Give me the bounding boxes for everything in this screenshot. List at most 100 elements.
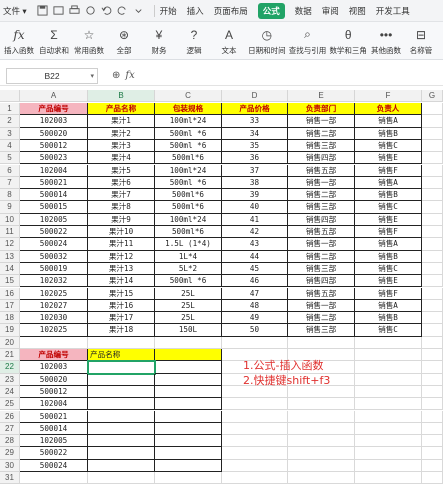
cell[interactable]	[422, 459, 443, 472]
cell[interactable]	[422, 361, 443, 374]
cell[interactable]	[422, 176, 443, 190]
table1-cell[interactable]: 500021	[20, 176, 88, 190]
table1-cell[interactable]: 500ml*6	[155, 201, 222, 214]
table1-cell[interactable]: 150L	[155, 324, 222, 337]
table1-cell[interactable]: 25L	[155, 312, 222, 325]
cell[interactable]	[288, 472, 355, 485]
table1-cell[interactable]: 销售二部	[288, 189, 355, 202]
cell[interactable]	[288, 410, 355, 423]
cell[interactable]	[422, 164, 443, 177]
tab-insert[interactable]: 插入	[187, 5, 204, 17]
insert-function-button[interactable]: fx 插入函数	[4, 26, 34, 56]
table1-cell[interactable]: 500ml *6	[155, 176, 222, 190]
cell[interactable]	[422, 435, 443, 448]
table1-cell[interactable]: 销售C	[355, 324, 422, 337]
cell[interactable]	[422, 238, 443, 251]
table2-header[interactable]: 产品编号	[20, 349, 88, 362]
column-header-d[interactable]: D	[222, 90, 288, 102]
cell[interactable]	[355, 385, 422, 399]
table1-cell[interactable]: 销售B	[355, 250, 422, 263]
table1-cell[interactable]: 果汁13	[88, 262, 155, 276]
cell[interactable]	[288, 459, 355, 472]
cell[interactable]	[422, 226, 443, 239]
file-menu[interactable]: 文件 ▾	[3, 5, 27, 17]
cell[interactable]	[422, 262, 443, 276]
cell[interactable]	[288, 336, 355, 349]
table2-name-cell[interactable]	[88, 459, 155, 472]
cell[interactable]	[355, 422, 422, 436]
column-header-b[interactable]: B	[88, 90, 155, 102]
table1-cell[interactable]: 100ml*24	[155, 115, 222, 128]
table1-cell[interactable]: 500022	[20, 226, 88, 239]
table1-cell[interactable]: 500ml*6	[155, 189, 222, 202]
table2-name-cell[interactable]	[155, 422, 222, 436]
row-header-5[interactable]: 5	[0, 152, 20, 165]
table2-name-cell[interactable]	[88, 385, 155, 399]
preview-icon[interactable]	[85, 5, 97, 17]
text-button[interactable]: A 文本	[216, 26, 242, 56]
row-header-15[interactable]: 15	[0, 275, 20, 288]
row-header-18[interactable]: 18	[0, 312, 20, 325]
cell[interactable]	[422, 398, 443, 411]
cell[interactable]	[422, 324, 443, 337]
table1-cell[interactable]: 销售F	[355, 287, 422, 300]
table2-code-cell[interactable]: 500020	[20, 373, 88, 386]
cell[interactable]	[222, 459, 288, 472]
table1-cell[interactable]: 45	[222, 262, 288, 276]
cell[interactable]	[422, 275, 443, 288]
name-manager-button[interactable]: ⊟ 名称管	[408, 26, 434, 56]
redo-icon[interactable]	[117, 5, 129, 17]
table1-cell[interactable]: 500014	[20, 189, 88, 202]
row-header-16[interactable]: 16	[0, 287, 20, 300]
row-header-13[interactable]: 13	[0, 250, 20, 263]
table1-cell[interactable]: 销售F	[355, 164, 422, 177]
table1-cell[interactable]: 102005	[20, 213, 88, 226]
cell[interactable]	[422, 447, 443, 460]
row-header-22[interactable]: 22	[0, 361, 20, 374]
table1-cell[interactable]: 500ml*6	[155, 226, 222, 239]
table1-cell[interactable]: 500015	[20, 201, 88, 214]
cell[interactable]	[355, 361, 422, 374]
table1-cell[interactable]: 5L*2	[155, 262, 222, 276]
cell[interactable]	[88, 336, 155, 349]
cell[interactable]	[288, 398, 355, 411]
row-header-24[interactable]: 24	[0, 385, 20, 399]
table1-cell[interactable]: 销售五部	[288, 287, 355, 300]
row-header-30[interactable]: 30	[0, 459, 20, 472]
cell[interactable]	[422, 312, 443, 325]
table2-name-cell[interactable]	[155, 361, 222, 374]
cell[interactable]	[222, 422, 288, 436]
save-icon[interactable]	[37, 5, 49, 17]
table2-code-cell[interactable]: 500024	[20, 459, 88, 472]
row-header-1[interactable]: 1	[0, 103, 20, 116]
table1-cell[interactable]: 销售二部	[288, 250, 355, 263]
table1-cell[interactable]: 销售E	[355, 213, 422, 226]
cell[interactable]	[355, 336, 422, 349]
table2-name-cell[interactable]	[155, 435, 222, 448]
table1-cell[interactable]: 销售B	[355, 189, 422, 202]
table1-cell[interactable]: 500024	[20, 238, 88, 251]
cell[interactable]	[88, 472, 155, 485]
table1-cell[interactable]: 25L	[155, 299, 222, 313]
cell[interactable]	[355, 398, 422, 411]
table2-name-cell[interactable]	[155, 410, 222, 423]
column-header-e[interactable]: E	[288, 90, 355, 102]
column-header-c[interactable]: C	[155, 90, 222, 102]
table1-cell[interactable]: 销售A	[355, 176, 422, 190]
table1-cell[interactable]: 47	[222, 287, 288, 300]
column-header-g[interactable]: G	[422, 90, 443, 102]
table1-cell[interactable]: 果汁7	[88, 189, 155, 202]
table1-cell[interactable]: 34	[222, 127, 288, 140]
cell[interactable]	[422, 373, 443, 386]
table1-cell[interactable]: 49	[222, 312, 288, 325]
table1-cell[interactable]: 果汁9	[88, 213, 155, 226]
table1-cell[interactable]: 销售A	[355, 299, 422, 313]
table1-cell[interactable]: 100ml*24	[155, 213, 222, 226]
tab-review[interactable]: 审阅	[322, 5, 339, 17]
cell[interactable]	[422, 385, 443, 399]
table1-cell[interactable]: 销售三部	[288, 262, 355, 276]
table1-cell[interactable]: 销售五部	[288, 226, 355, 239]
table1-cell[interactable]: 50	[222, 324, 288, 337]
table1-cell[interactable]: 销售B	[355, 312, 422, 325]
cell[interactable]	[355, 373, 422, 386]
